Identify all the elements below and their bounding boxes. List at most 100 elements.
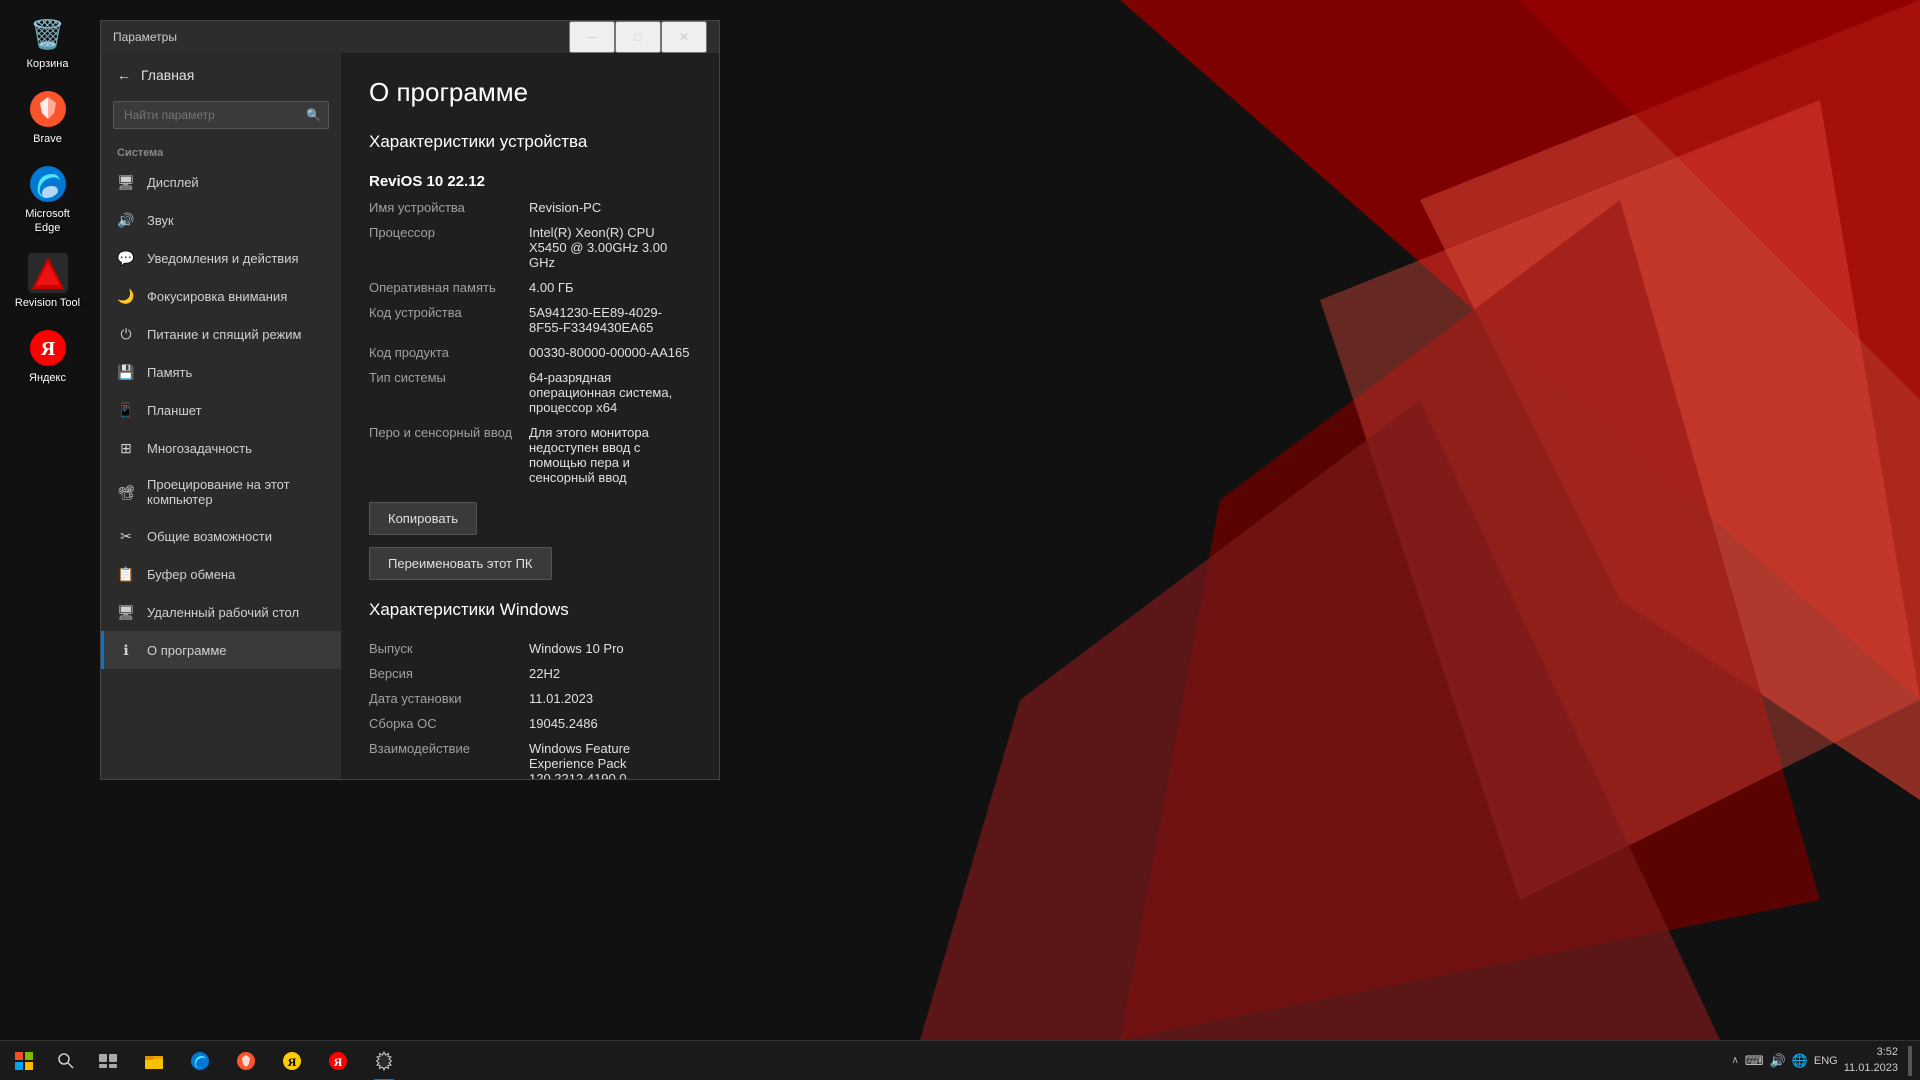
maximize-button[interactable]: □ xyxy=(615,21,661,53)
experience-value: Windows Feature Experience Pack 120.2212… xyxy=(529,741,691,779)
sidebar-home-btn[interactable]: ← Главная xyxy=(101,57,341,93)
device-name-label: Имя устройства xyxy=(369,200,529,215)
show-desktop-button[interactable] xyxy=(1908,1046,1912,1076)
svg-text:Я: Я xyxy=(40,338,55,360)
sidebar-item-storage[interactable]: 💾 Память xyxy=(101,353,341,391)
storage-label: Память xyxy=(147,365,192,380)
taskbar-left xyxy=(0,1041,132,1080)
ram-row: Оперативная память 4.00 ГБ xyxy=(369,275,691,300)
sidebar-item-focus[interactable]: 🌙 Фокусировка внимания xyxy=(101,277,341,315)
rename-pc-button[interactable]: Переименовать этот ПК xyxy=(369,547,552,580)
desktop: 🗑️ Корзина Brave Microsoft Edge xyxy=(0,0,1920,1080)
sidebar-item-tablet[interactable]: 📱 Планшет xyxy=(101,391,341,429)
back-icon: ← xyxy=(117,67,131,83)
sidebar-item-power[interactable]: ⏻ Питание и спящий режим xyxy=(101,315,341,353)
shared-label: Общие возможности xyxy=(147,529,272,544)
sound-label: Звук xyxy=(147,213,174,228)
notifications-label: Уведомления и действия xyxy=(147,251,299,266)
desktop-background xyxy=(720,0,1920,1040)
desktop-icon-recycle-bin[interactable]: 🗑️ Корзина xyxy=(10,10,85,75)
storage-icon: 💾 xyxy=(117,363,135,381)
edge-icon xyxy=(28,164,68,204)
sidebar-item-display[interactable]: 🖥 Дисплей xyxy=(101,163,341,201)
desktop-icon-edge[interactable]: Microsoft Edge xyxy=(10,160,85,238)
pen-row: Перо и сенсорный ввод Для этого монитора… xyxy=(369,420,691,490)
edition-row: Выпуск Windows 10 Pro xyxy=(369,636,691,661)
tablet-icon: 📱 xyxy=(117,401,135,419)
window-titlebar: Параметры ─ □ ✕ xyxy=(101,21,719,53)
desktop-icon-yandex[interactable]: Я Яндекс xyxy=(10,324,85,389)
display-label: Дисплей xyxy=(147,175,199,190)
tray-chevron[interactable]: ∧ xyxy=(1731,1055,1738,1066)
system-type-label: Тип системы xyxy=(369,370,529,415)
ram-value: 4.00 ГБ xyxy=(529,280,691,295)
desktop-icon-brave[interactable]: Brave xyxy=(10,85,85,150)
taskbar-time-display[interactable]: 3:52 11.01.2023 xyxy=(1844,1045,1898,1076)
multitask-icon: ⊞ xyxy=(117,439,135,457)
edge-label: Microsoft Edge xyxy=(14,208,81,234)
settings-main: О программе Характеристики устройства Re… xyxy=(341,53,719,779)
sidebar-item-sound[interactable]: 🔊 Звук xyxy=(101,201,341,239)
sidebar-item-remote[interactable]: 🖥 Удаленный рабочий стол xyxy=(101,593,341,631)
install-date-label: Дата установки xyxy=(369,691,529,706)
device-id-row: Код устройства 5A941230-EE89-4029-8F55-F… xyxy=(369,300,691,340)
ram-label: Оперативная память xyxy=(369,280,529,295)
clipboard-icon: 📋 xyxy=(117,565,135,583)
install-date-value: 11.01.2023 xyxy=(529,691,691,706)
clipboard-label: Буфер обмена xyxy=(147,567,235,582)
task-view-button[interactable] xyxy=(88,1041,128,1080)
remote-label: Удаленный рабочий стол xyxy=(147,605,299,620)
cpu-row: Процессор Intel(R) Xeon(R) CPU X5450 @ 3… xyxy=(369,220,691,275)
sound-icon: 🔊 xyxy=(117,211,135,229)
sidebar-item-about[interactable]: ℹ О программе xyxy=(101,631,341,669)
revision-tool-label: Revision Tool xyxy=(15,297,80,310)
copy-device-button[interactable]: Копировать xyxy=(369,502,477,535)
experience-label: Взаимодействие xyxy=(369,741,529,779)
taskbar-explorer[interactable] xyxy=(132,1041,176,1080)
sidebar-search: 🔍 xyxy=(113,101,329,129)
version-value: 22H2 xyxy=(529,666,691,681)
taskbar-yandex[interactable]: Я xyxy=(316,1041,360,1080)
taskbar-settings[interactable] xyxy=(362,1041,406,1080)
home-label: Главная xyxy=(141,67,194,83)
windows-section-heading: Характеристики Windows xyxy=(369,600,691,620)
settings-window: Параметры ─ □ ✕ ← Главная 🔍 xyxy=(100,20,720,780)
sidebar-item-multitask[interactable]: ⊞ Многозадачность xyxy=(101,429,341,467)
sidebar-item-clipboard[interactable]: 📋 Буфер обмена xyxy=(101,555,341,593)
about-icon: ℹ xyxy=(117,641,135,659)
brave-icon xyxy=(28,89,68,129)
pen-label: Перо и сенсорный ввод xyxy=(369,425,529,485)
sidebar-section-title: Система xyxy=(101,137,341,163)
desktop-icon-revision-tool[interactable]: Revision Tool xyxy=(10,249,85,314)
tray-speaker-icon[interactable]: 🔊 xyxy=(1770,1053,1786,1069)
device-id-label: Код устройства xyxy=(369,305,529,335)
os-name-value: ReviOS 10 22.12 xyxy=(369,173,691,190)
edition-label: Выпуск xyxy=(369,641,529,656)
taskbar-lang[interactable]: ENG xyxy=(1814,1055,1838,1067)
system-type-row: Тип системы 64-разрядная операционная си… xyxy=(369,365,691,420)
brave-label: Brave xyxy=(33,133,62,146)
taskbar-brave[interactable] xyxy=(224,1041,268,1080)
pen-value: Для этого монитора недоступен ввод с пом… xyxy=(529,425,691,485)
taskbar-edge[interactable] xyxy=(178,1041,222,1080)
notifications-icon: 💬 xyxy=(117,249,135,267)
sidebar-item-project[interactable]: 📽 Проецирование на этот компьютер xyxy=(101,467,341,517)
sidebar-item-notifications[interactable]: 💬 Уведомления и действия xyxy=(101,239,341,277)
yandex-label: Яндекс xyxy=(29,372,66,385)
tablet-label: Планшет xyxy=(147,403,202,418)
system-type-value: 64-разрядная операционная система, проце… xyxy=(529,370,691,415)
tray-network-icon[interactable]: 🌐 xyxy=(1792,1053,1808,1069)
search-input[interactable] xyxy=(113,101,329,129)
search-button[interactable] xyxy=(46,1041,86,1080)
device-id-value: 5A941230-EE89-4029-8F55-F3349430EA65 xyxy=(529,305,691,335)
svg-text:Я: Я xyxy=(288,1055,297,1069)
experience-row: Взаимодействие Windows Feature Experienc… xyxy=(369,736,691,779)
sidebar-item-shared[interactable]: ✂ Общие возможности xyxy=(101,517,341,555)
taskbar-yandex-browser[interactable]: Я xyxy=(270,1041,314,1080)
start-button[interactable] xyxy=(4,1041,44,1080)
settings-sidebar: ← Главная 🔍 Система 🖥 Дисплей 🔊 Зв xyxy=(101,53,341,779)
os-build-value: 19045.2486 xyxy=(529,716,691,731)
close-button[interactable]: ✕ xyxy=(661,21,707,53)
minimize-button[interactable]: ─ xyxy=(569,21,615,53)
install-date-row: Дата установки 11.01.2023 xyxy=(369,686,691,711)
